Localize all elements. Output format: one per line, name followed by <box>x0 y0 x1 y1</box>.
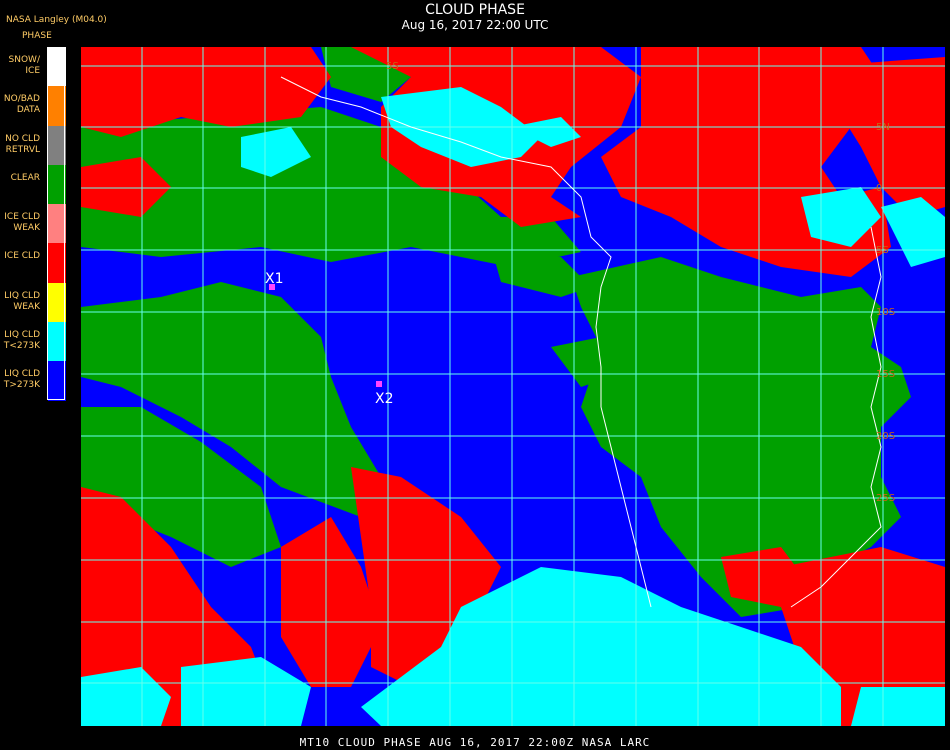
legend-item-snow-ice: SNOW/ ICE <box>0 47 66 87</box>
marker-x2-label: X2 <box>375 391 394 407</box>
legend-swatch <box>48 86 66 126</box>
legend-item-ice-cld-weak: ICE CLD WEAK <box>0 204 66 244</box>
legend-swatch <box>48 47 66 87</box>
map-timestamp: Aug 16, 2017 22:00 UTC <box>401 18 549 32</box>
marker-x1-label: X1 <box>265 271 284 287</box>
legend-item-liq-cld-cold: LIQ CLD T<273K <box>0 322 66 362</box>
legend-swatch <box>48 322 66 362</box>
legend-swatch <box>48 282 66 323</box>
marker-x2-point[interactable] <box>376 381 382 387</box>
legend-swatch <box>48 204 66 244</box>
lat-label: 0 <box>876 183 882 194</box>
legend-swatch <box>48 361 66 401</box>
lat-label: 10S <box>876 307 895 318</box>
cloud-phase-map[interactable]: 5S 5N 0 5S 10S 15S 20S 25S X1 X2 <box>81 47 945 726</box>
legend-item-no-bad-data: NO/BAD DATA <box>0 86 66 126</box>
lat-label: 5N <box>876 122 890 133</box>
phase-legend: SNOW/ ICE NO/BAD DATA NO CLD RETRVL CLEA… <box>0 47 66 401</box>
legend-item-liq-cld-warm: LIQ CLD T>273K <box>0 361 66 401</box>
lat-label: 20S <box>876 431 895 442</box>
legend-swatch <box>48 125 66 165</box>
lat-label: 5S <box>386 61 399 72</box>
legend-item-clear: CLEAR <box>0 164 66 205</box>
map-title: CLOUD PHASE <box>425 2 525 18</box>
lat-label: 15S <box>876 369 895 380</box>
legend-swatch <box>48 164 66 205</box>
legend-item-no-cld-retrvl: NO CLD RETRVL <box>0 125 66 165</box>
lat-label: 25S <box>876 493 895 504</box>
legend-item-ice-cld: ICE CLD <box>0 243 66 283</box>
footer-caption: MT10 CLOUD PHASE AUG 16, 2017 22:00Z NAS… <box>299 736 651 749</box>
legend-heading: PHASE <box>22 31 52 41</box>
legend-item-liq-cld-weak: LIQ CLD WEAK <box>0 282 66 323</box>
legend-swatch <box>48 243 66 283</box>
lat-label: 5S <box>876 245 889 256</box>
